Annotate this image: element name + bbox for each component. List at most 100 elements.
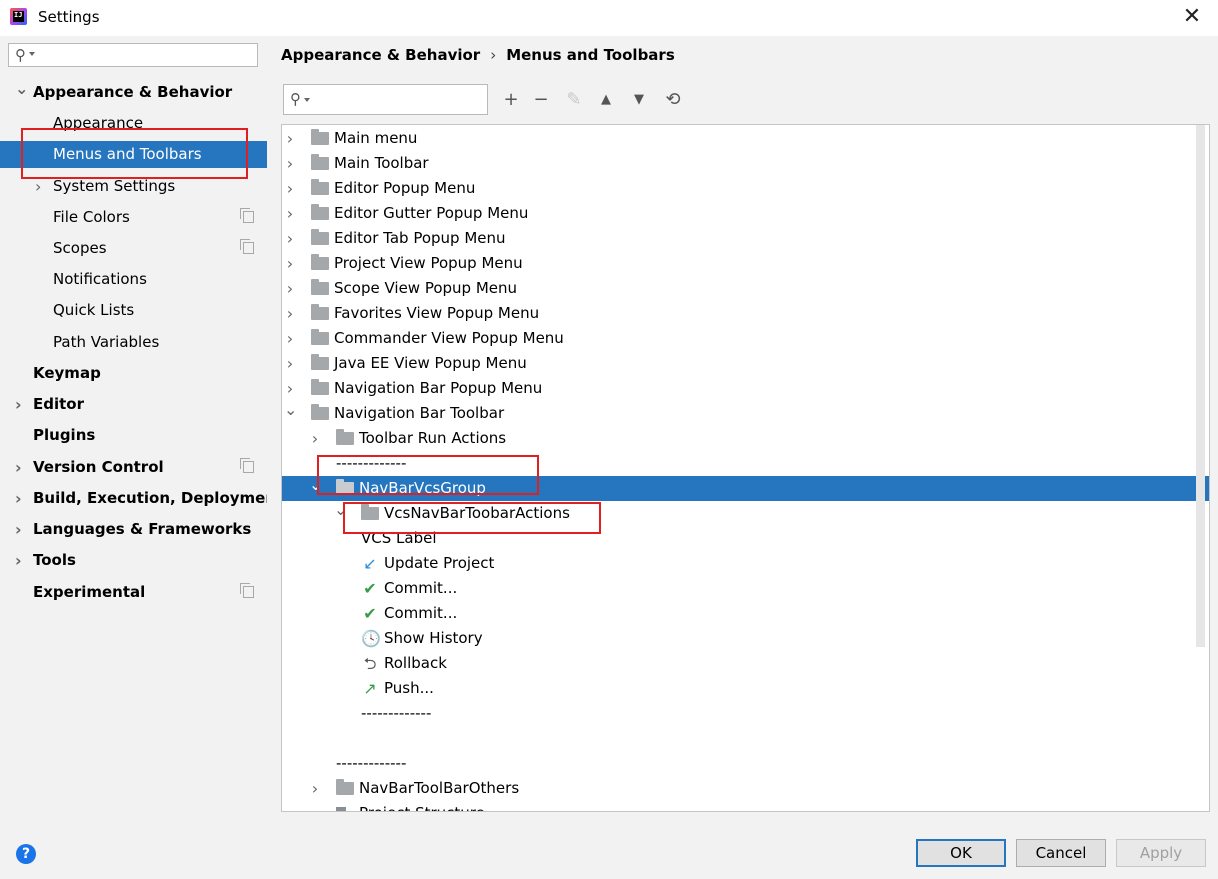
tree-row[interactable]: › NavBarToolBarOthers: [282, 776, 1209, 801]
update-icon: ↙: [363, 554, 377, 573]
sidebar-item[interactable]: › Editor: [0, 391, 267, 418]
chevron-right-icon[interactable]: ›: [309, 426, 321, 451]
chevron-right-icon[interactable]: ›: [15, 516, 22, 543]
sidebar-item[interactable]: Notifications: [0, 266, 267, 293]
tree-row[interactable]: -------------: [282, 451, 1209, 476]
restore-defaults-button[interactable]: ⟲: [661, 88, 685, 112]
sidebar-item[interactable]: Keymap: [0, 360, 267, 387]
sidebar-item[interactable]: Path Variables: [0, 329, 267, 356]
cancel-button[interactable]: Cancel: [1016, 839, 1106, 867]
tree-row[interactable]: › Commander View Popup Menu: [282, 326, 1209, 351]
chevron-right-icon[interactable]: ›: [15, 391, 22, 418]
tree-row-label: -------------: [336, 454, 407, 472]
sidebar-item-label: Build, Execution, Deployment: [33, 489, 284, 507]
tree-row[interactable]: ⌄ VcsNavBarToobarActions: [282, 500, 1209, 526]
sidebar-item[interactable]: Menus and Toolbars: [0, 141, 267, 168]
folder-icon: [311, 129, 329, 145]
chevron-right-icon[interactable]: ›: [15, 547, 22, 574]
sidebar-item[interactable]: Appearance: [0, 110, 267, 137]
tree-row[interactable]: Project Structure...: [282, 801, 1209, 811]
tree-search-input[interactable]: ⚲: [283, 84, 488, 115]
search-icon: ⚲: [15, 46, 26, 64]
chevron-right-icon[interactable]: ›: [35, 173, 41, 200]
tree-row[interactable]: › Java EE View Popup Menu: [282, 351, 1209, 376]
tree-row[interactable]: 🕓 Show History: [282, 626, 1209, 651]
ok-button[interactable]: OK: [916, 839, 1006, 867]
help-icon[interactable]: ?: [16, 844, 36, 864]
sidebar-item[interactable]: › Tools: [0, 547, 267, 574]
tree-row-label: Main menu: [334, 129, 418, 147]
sidebar-item[interactable]: › System Settings: [0, 173, 267, 200]
add-action-button[interactable]: +: [499, 88, 523, 112]
tree-row[interactable]: › Editor Popup Menu: [282, 176, 1209, 201]
tree-row-label: Editor Tab Popup Menu: [334, 229, 506, 247]
tree-row[interactable]: [282, 726, 1209, 751]
apply-button[interactable]: Apply: [1116, 839, 1206, 867]
push-icon: ↗: [363, 679, 377, 698]
tree-row[interactable]: › Navigation Bar Popup Menu: [282, 376, 1209, 401]
sidebar-item[interactable]: Experimental: [0, 579, 267, 606]
sidebar-item[interactable]: › Languages & Frameworks: [0, 516, 267, 543]
sidebar-item-label: Appearance & Behavior: [33, 83, 233, 101]
tree-row[interactable]: › Toolbar Run Actions: [282, 426, 1209, 451]
tree-row[interactable]: VCS Label: [282, 526, 1209, 551]
breadcrumb-parent[interactable]: Appearance & Behavior: [281, 46, 480, 64]
chevron-down-icon: [304, 98, 310, 102]
sidebar-item[interactable]: Quick Lists: [0, 297, 267, 324]
tree-row[interactable]: ⮌ Rollback: [282, 651, 1209, 676]
tree-row[interactable]: › Scope View Popup Menu: [282, 276, 1209, 301]
tree-row[interactable]: ↗ Push...: [282, 676, 1209, 701]
close-icon[interactable]: ✕: [1181, 6, 1203, 28]
tree-scrollbar[interactable]: [1196, 125, 1205, 647]
tree-row-label: Project View Popup Menu: [334, 254, 523, 272]
chevron-right-icon[interactable]: ›: [284, 201, 296, 226]
chevron-right-icon[interactable]: ›: [284, 276, 296, 301]
chevron-right-icon[interactable]: ›: [284, 126, 296, 151]
sidebar-item[interactable]: › Build, Execution, Deployment: [0, 485, 283, 512]
move-up-button[interactable]: ▲: [594, 88, 618, 112]
tree-row[interactable]: ⌄ NavBarVcsGroup: [282, 475, 1209, 501]
tree-row[interactable]: -------------: [282, 701, 1209, 726]
chevron-right-icon[interactable]: ›: [284, 151, 296, 176]
tree-row[interactable]: › Project View Popup Menu: [282, 251, 1209, 276]
tree-row[interactable]: › Favorites View Popup Menu: [282, 301, 1209, 326]
chevron-down-icon[interactable]: ⌄: [15, 75, 28, 102]
chevron-right-icon[interactable]: ›: [284, 326, 296, 351]
chevron-right-icon[interactable]: ›: [284, 351, 296, 376]
sidebar-search-input[interactable]: ⚲: [8, 43, 258, 67]
tree-row[interactable]: › Main Toolbar: [282, 151, 1209, 176]
chevron-down-icon[interactable]: ⌄: [309, 472, 322, 497]
sidebar-item[interactable]: File Colors: [0, 204, 267, 231]
move-down-button[interactable]: ▼: [627, 88, 651, 112]
sidebar-item-label: Keymap: [33, 364, 101, 382]
tree-row[interactable]: ✔ Commit...: [282, 601, 1209, 626]
tree-row[interactable]: ✔ Commit...: [282, 576, 1209, 601]
tree-row[interactable]: -------------: [282, 751, 1209, 776]
edit-icon-button[interactable]: ✎: [562, 88, 586, 112]
settings-content: Appearance & Behavior › Menus and Toolbars…: [267, 36, 1218, 826]
sidebar-item[interactable]: › Version Control: [0, 454, 267, 481]
chevron-right-icon[interactable]: ›: [284, 251, 296, 276]
sidebar-item-label: System Settings: [53, 177, 176, 195]
sidebar-item[interactable]: Scopes: [0, 235, 267, 262]
sidebar-item[interactable]: ⌄ Appearance & Behavior: [0, 79, 267, 106]
chevron-right-icon[interactable]: ›: [15, 485, 22, 512]
actions-tree[interactable]: › Main menu › Main Toolbar › Editor Popup Men…: [281, 124, 1210, 812]
folder-icon: [311, 229, 329, 245]
tree-row[interactable]: › Editor Tab Popup Menu: [282, 226, 1209, 251]
chevron-right-icon[interactable]: ›: [15, 454, 22, 481]
tree-row[interactable]: › Main menu: [282, 126, 1209, 151]
tree-row[interactable]: › Editor Gutter Popup Menu: [282, 201, 1209, 226]
chevron-right-icon[interactable]: ›: [284, 226, 296, 251]
chevron-right-icon[interactable]: ›: [309, 776, 321, 801]
sidebar-item[interactable]: Plugins: [0, 422, 267, 449]
sidebar-item-label: Appearance: [53, 114, 144, 132]
chevron-right-icon[interactable]: ›: [284, 176, 296, 201]
remove-action-button[interactable]: −: [529, 88, 553, 112]
tree-row[interactable]: ⌄ Navigation Bar Toolbar: [282, 400, 1209, 426]
chevron-down-icon[interactable]: ⌄: [284, 397, 297, 422]
chevron-right-icon[interactable]: ›: [284, 301, 296, 326]
tree-row[interactable]: ↙ Update Project: [282, 551, 1209, 576]
chevron-down-icon[interactable]: ⌄: [334, 497, 347, 522]
sidebar-item-label: Editor: [33, 395, 84, 413]
